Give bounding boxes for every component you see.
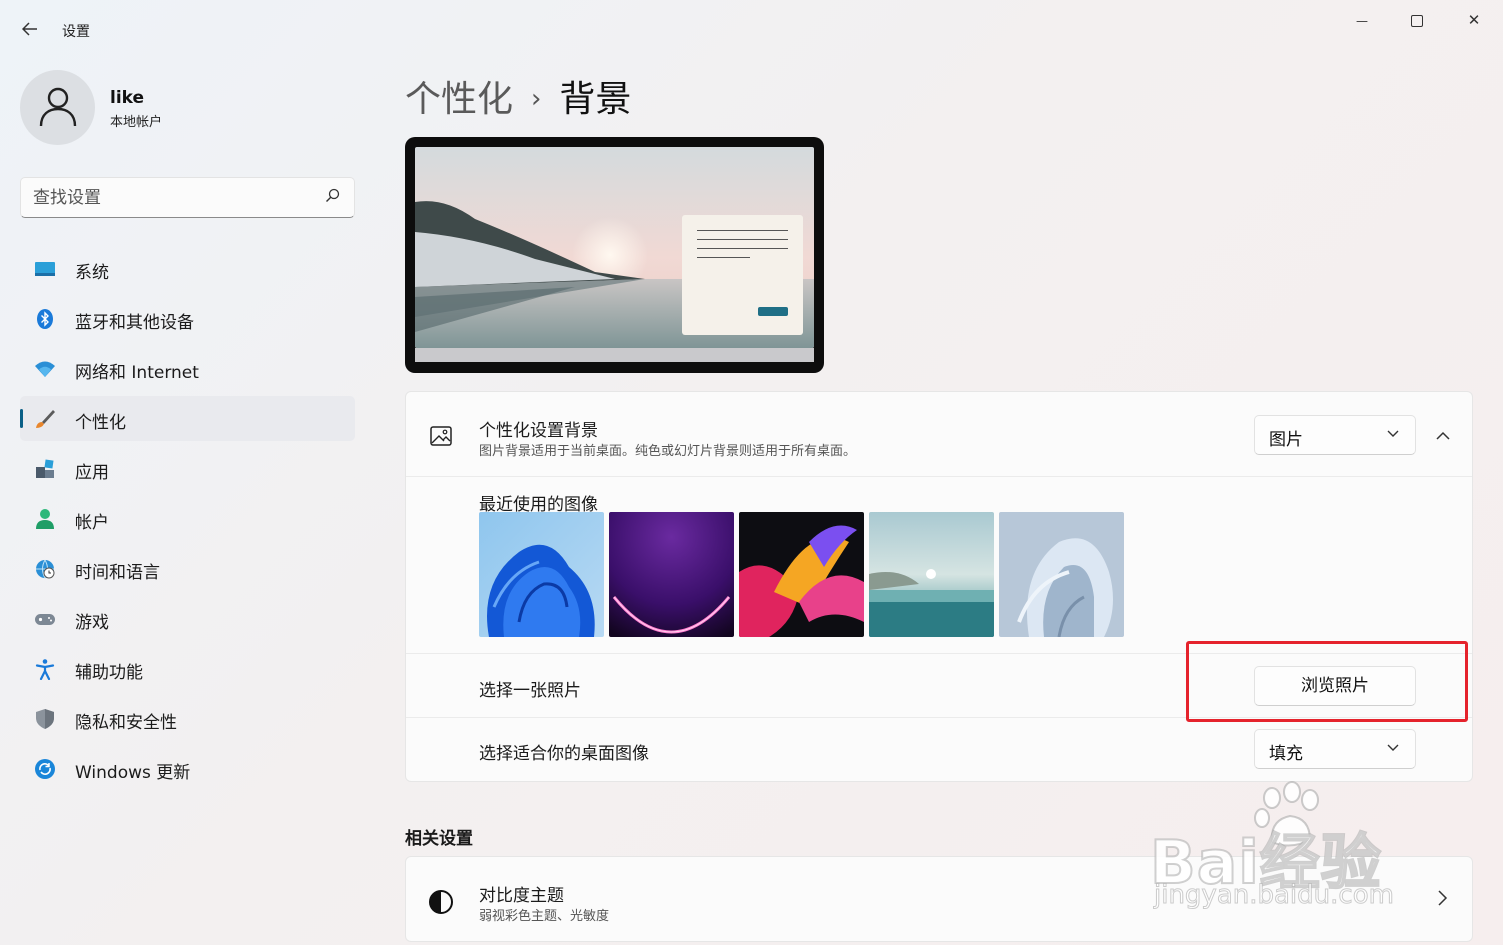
sidebar-item-label: 网络和 Internet [75, 363, 199, 383]
dropdown-value: 填充 [1269, 744, 1303, 764]
account-icon [34, 508, 56, 530]
sidebar-item-label: 隐私和安全性 [75, 713, 177, 733]
choose-photo-label: 选择一张照片 [479, 681, 581, 701]
fit-label: 选择适合你的桌面图像 [479, 744, 649, 764]
bluetooth-icon [34, 308, 56, 330]
accessibility-icon [34, 658, 56, 681]
recent-image-ribbon-colorful[interactable] [739, 512, 864, 637]
breadcrumb-parent[interactable]: 个性化 [405, 79, 513, 120]
page-title: 背景 [559, 79, 632, 120]
sidebar-item-label: 个性化 [75, 413, 126, 433]
system-icon [34, 258, 56, 280]
recent-image-lake-sunrise[interactable] [869, 512, 994, 637]
brush-icon [34, 408, 56, 430]
background-settings-card: 个性化设置背景 图片背景适用于当前桌面。纯色或幻灯片背景则适用于所有桌面。 图片… [405, 391, 1473, 782]
minimize-button[interactable]: — [1339, 6, 1385, 34]
sidebar-item-accessibility[interactable]: 辅助功能 [20, 646, 355, 691]
user-icon [39, 87, 77, 127]
breadcrumb-separator: › [531, 84, 542, 114]
sidebar-item-network[interactable]: 网络和 Internet [20, 346, 355, 391]
sidebar-item-accounts[interactable]: 帐户 [20, 496, 355, 541]
collapse-button[interactable] [1429, 422, 1457, 450]
recent-image-glow-purple[interactable] [609, 512, 734, 637]
sidebar-item-bluetooth[interactable]: 蓝牙和其他设备 [20, 296, 355, 341]
background-type-dropdown[interactable]: 图片 [1254, 415, 1416, 455]
paw-logo-icon [1254, 781, 1319, 847]
desktop-preview [405, 137, 824, 373]
image-icon [430, 425, 452, 451]
fit-dropdown[interactable]: 填充 [1254, 729, 1416, 769]
preview-window [682, 215, 803, 335]
sidebar-item-label: 游戏 [75, 613, 109, 633]
chevron-up-icon [1436, 431, 1450, 440]
background-title: 个性化设置背景 [479, 421, 598, 441]
chevron-down-icon [1387, 744, 1399, 751]
sidebar-item-label: Windows 更新 [75, 763, 191, 783]
preview-wallpaper [415, 147, 814, 348]
contrast-themes-item[interactable]: 对比度主题 弱视彩色主题、光敏度 [405, 856, 1473, 942]
shield-icon [34, 708, 56, 730]
globe-clock-icon [34, 558, 56, 580]
sidebar-item-label: 应用 [75, 463, 109, 483]
sidebar-item-system[interactable]: 系统 [20, 246, 355, 291]
sidebar-item-windows-update[interactable]: Windows 更新 [20, 746, 355, 791]
arrow-left-icon [21, 22, 37, 36]
recent-image-bloom-silver[interactable] [999, 512, 1124, 637]
update-icon [34, 758, 56, 780]
back-button[interactable] [16, 18, 44, 44]
related-settings-heading: 相关设置 [405, 829, 473, 849]
sidebar-item-label: 时间和语言 [75, 563, 160, 583]
sidebar-item-personalization[interactable]: 个性化 [20, 396, 355, 441]
close-icon: ✕ [1467, 11, 1481, 29]
sidebar-item-time-language[interactable]: 时间和语言 [20, 546, 355, 591]
search-input[interactable] [33, 186, 313, 210]
wifi-icon [34, 358, 56, 380]
apps-icon [34, 458, 56, 480]
avatar[interactable] [20, 70, 95, 145]
title-bar: 设置 — ✕ [0, 0, 1503, 60]
close-button[interactable]: ✕ [1451, 6, 1497, 34]
preview-taskbar [415, 348, 814, 362]
contrast-title: 对比度主题 [479, 886, 564, 906]
background-subtitle: 图片背景适用于当前桌面。纯色或幻灯片背景则适用于所有桌面。 [479, 444, 857, 459]
sidebar-nav: 系统 蓝牙和其他设备 网络和 Internet 个性化 应用 帐户 时间和语言 … [20, 246, 355, 796]
chevron-down-icon [1387, 430, 1399, 437]
contrast-icon [428, 889, 454, 919]
search-icon[interactable] [325, 188, 340, 207]
sidebar-item-label: 系统 [75, 263, 109, 283]
breadcrumb: 个性化 › 背景 [405, 70, 631, 122]
sidebar-item-label: 辅助功能 [75, 663, 143, 683]
recent-image-bloom-blue[interactable] [479, 512, 604, 637]
sidebar-item-label: 帐户 [75, 513, 109, 533]
sidebar-item-label: 蓝牙和其他设备 [75, 313, 194, 333]
sidebar-item-privacy[interactable]: 隐私和安全性 [20, 696, 355, 741]
maximize-icon [1411, 14, 1423, 27]
contrast-subtitle: 弱视彩色主题、光敏度 [479, 909, 610, 924]
user-name: like [110, 88, 145, 108]
search-box[interactable] [20, 177, 355, 218]
chevron-right-icon [1438, 890, 1448, 906]
gamepad-icon [34, 608, 56, 630]
highlight-box [1186, 641, 1468, 722]
sidebar-item-apps[interactable]: 应用 [20, 446, 355, 491]
dropdown-value: 图片 [1269, 430, 1303, 450]
sidebar-item-gaming[interactable]: 游戏 [20, 596, 355, 641]
divider [406, 476, 1472, 477]
account-type: 本地帐户 [110, 115, 163, 130]
active-indicator [20, 409, 23, 428]
maximize-button[interactable] [1394, 6, 1440, 34]
app-title: 设置 [62, 24, 90, 40]
minimize-icon: — [1356, 14, 1368, 28]
